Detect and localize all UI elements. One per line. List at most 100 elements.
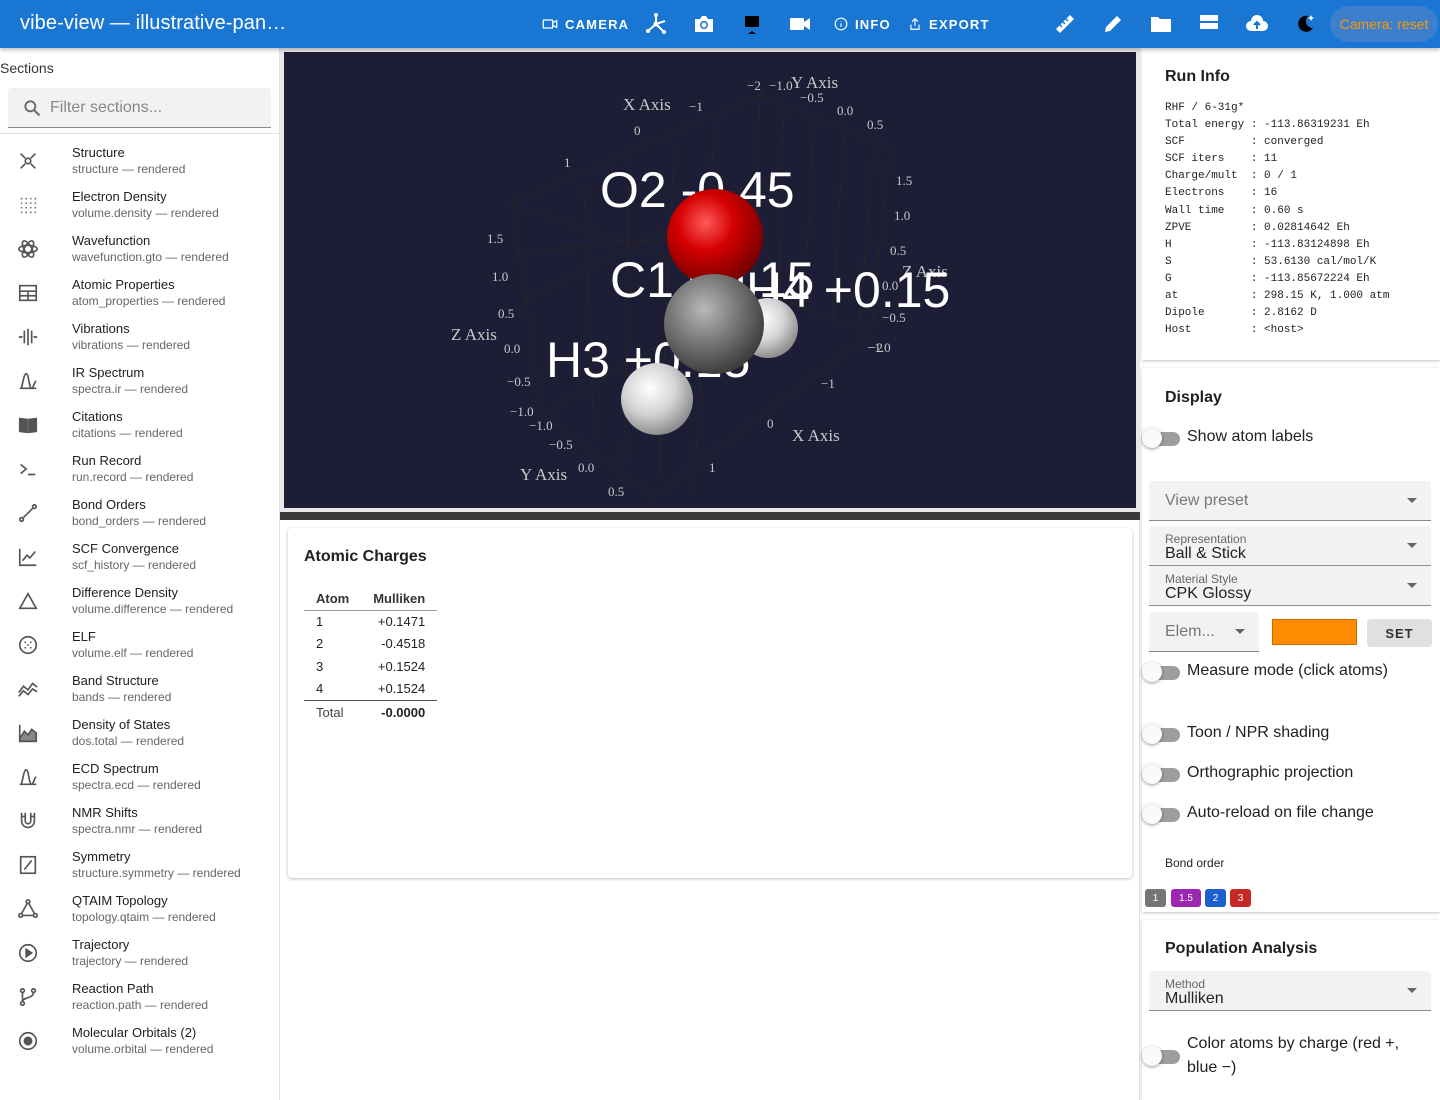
orthographic-toggle[interactable]: Orthographic projection: [1142, 764, 1362, 788]
chevron-down-icon: [1235, 629, 1245, 634]
presentation-button[interactable]: [740, 12, 764, 36]
color-by-charge-toggle[interactable]: Color atoms by charge (red +, blue −): [1142, 1032, 1422, 1080]
viewer-resize-handle[interactable]: [280, 512, 1140, 520]
population-method-select[interactable]: Method Mulliken: [1149, 971, 1431, 1011]
line-chart-icon: [17, 546, 39, 568]
bond-order-chip[interactable]: 2: [1205, 889, 1226, 907]
triangle-icon: [17, 590, 39, 612]
atomic-charges-title: Atomic Charges: [304, 548, 427, 565]
structure-tool-button[interactable]: [644, 12, 668, 36]
atom-h3: [621, 363, 693, 435]
sidebar-item-scf-convergence[interactable]: SCF Convergence scf_history — rendered: [0, 536, 279, 580]
x-axis-title-top: X Axis: [623, 95, 671, 114]
sidebar-item-subtitle: bond_orders — rendered: [72, 514, 207, 528]
svg-text:−2: −2: [869, 340, 883, 355]
theme-toggle-button[interactable]: [1293, 12, 1317, 36]
sidebar-item-ecd-spectrum[interactable]: ECD Spectrum spectra.ecd — rendered: [0, 756, 279, 800]
atom-cell: 1: [316, 614, 324, 629]
server-button[interactable]: [1197, 12, 1221, 36]
bond-order-label: Bond order: [1165, 856, 1225, 870]
show-atom-labels-toggle[interactable]: Show atom labels: [1142, 428, 1362, 452]
svg-text:−1.0: −1.0: [510, 404, 534, 419]
sidebar-item-trajectory[interactable]: Trajectory trajectory — rendered: [0, 932, 279, 976]
sidebar-item-subtitle: spectra.nmr — rendered: [72, 822, 203, 836]
element-select[interactable]: Elem...: [1149, 612, 1259, 652]
auto-reload-toggle[interactable]: Auto-reload on file change: [1142, 804, 1374, 828]
material-style-select[interactable]: Material Style CPK Glossy: [1149, 566, 1431, 606]
set-color-button[interactable]: SET: [1367, 619, 1432, 647]
folder-icon: [1151, 17, 1171, 32]
magnet-icon: [17, 810, 39, 832]
open-folder-button[interactable]: [1149, 12, 1173, 36]
sidebar-item-nmr-shifts[interactable]: NMR Shifts spectra.nmr — rendered: [0, 800, 279, 844]
atomic-charges-card: Atomic Charges Atom Mulliken 1 +0.1471 2 -0…: [288, 528, 1132, 878]
mulliken-cell: -0.4518: [381, 636, 426, 652]
chevron-down-icon: [1407, 583, 1417, 588]
total-row: Total -0.0000: [304, 699, 438, 724]
bond-order-chip[interactable]: 3: [1230, 889, 1251, 907]
molecule-viewer-canvas[interactable]: −1 0 1 −2 −1.0 −0.5 0.0 0.5 1.5 1.0 0.5 0.0 −0.5 −1…: [284, 52, 1136, 508]
sidebar-item-subtitle: volume.difference — rendered: [72, 602, 234, 616]
ruler-tool-button[interactable]: [1053, 12, 1077, 36]
bond-order-chip[interactable]: 1.5: [1171, 889, 1201, 907]
info-button[interactable]: INFO: [834, 0, 891, 48]
terminal-icon: [17, 458, 39, 480]
sidebar-item-ir-spectrum[interactable]: IR Spectrum spectra.ir — rendered: [0, 360, 279, 404]
view-preset-select[interactable]: View preset: [1149, 481, 1431, 521]
camera-button[interactable]: CAMERA: [542, 0, 629, 48]
text-tool-button[interactable]: [1005, 12, 1029, 36]
upload-button[interactable]: [1245, 12, 1269, 36]
sidebar-item-label: Run Record: [72, 453, 142, 468]
record-video-button[interactable]: [788, 12, 812, 36]
run-info-card: Run Info RHF / 6-31g* Total energy : -11…: [1142, 48, 1440, 360]
svg-text:−1.0: −1.0: [529, 418, 553, 433]
representation-label: Representation: [1165, 532, 1247, 546]
sidebar-item-wavefunction[interactable]: Wavefunction wavefunction.gto — rendered: [0, 228, 279, 272]
top-app-bar: vibe-view — illustrative-pan… CAMERA INF…: [0, 0, 1440, 48]
filter-sections-input[interactable]: [50, 96, 260, 120]
screenshot-button[interactable]: [692, 12, 716, 36]
sidebar-item-structure[interactable]: Structure structure — rendered: [0, 140, 279, 184]
sidebar-item-subtitle: citations — rendered: [72, 426, 183, 440]
sidebar-item-electron-density[interactable]: Electron Density volume.density — rendere…: [0, 184, 279, 228]
representation-select[interactable]: Representation Ball & Stick: [1149, 526, 1431, 566]
sidebar-item-density-of-states[interactable]: Density of States dos.total — rendered: [0, 712, 279, 756]
sidebar-item-vibrations[interactable]: Vibrations vibrations — rendered: [0, 316, 279, 360]
book-icon: [17, 414, 39, 436]
sidebar-item-qtaim-topology[interactable]: QTAIM Topology topology.qtaim — rendered: [0, 888, 279, 932]
camera-reset-chip[interactable]: Camera: reset: [1330, 6, 1438, 42]
draw-tool-button[interactable]: [1101, 12, 1125, 36]
filter-sections-field[interactable]: [8, 88, 271, 128]
z-axis-title-left: Z Axis: [451, 325, 497, 344]
svg-text:1.0: 1.0: [894, 208, 910, 223]
sidebar-item-band-structure[interactable]: Band Structure bands — rendered: [0, 668, 279, 712]
sidebar-item-subtitle: volume.elf — rendered: [72, 646, 194, 660]
svg-text:1.5: 1.5: [487, 231, 503, 246]
sidebar-item-citations[interactable]: Citations citations — rendered: [0, 404, 279, 448]
sidebar-item-subtitle: wavefunction.gto — rendered: [72, 250, 229, 264]
bond-order-chip[interactable]: 1: [1145, 889, 1166, 907]
sidebar-item-reaction-path[interactable]: Reaction Path reaction.path — rendered: [0, 976, 279, 1020]
sidebar-item-elf[interactable]: ELF volume.elf — rendered: [0, 624, 279, 668]
info-label: INFO: [855, 16, 891, 32]
sidebar-item-bond-orders[interactable]: Bond Orders bond_orders — rendered: [0, 492, 279, 536]
sidebar-item-difference-density[interactable]: Difference Density volume.difference — re…: [0, 580, 279, 624]
sidebar-item-symmetry[interactable]: Symmetry structure.symmetry — rendered: [0, 844, 279, 888]
sidebar-item-subtitle: topology.qtaim — rendered: [72, 910, 216, 924]
pencil-icon: [1105, 16, 1121, 32]
toon-shading-toggle[interactable]: Toon / NPR shading: [1142, 724, 1362, 748]
info-icon: [834, 17, 848, 31]
method-label: Method: [1165, 977, 1206, 991]
ruler-icon: [1056, 15, 1074, 33]
measure-mode-toggle[interactable]: Measure mode (click atoms): [1142, 662, 1422, 686]
element-color-swatch[interactable]: [1272, 619, 1357, 645]
sections-list: Structure structure — rendered Electron De…: [0, 140, 279, 1064]
svg-text:−2: −2: [747, 78, 761, 93]
sidebar-item-label: Density of States: [72, 717, 171, 732]
export-button[interactable]: EXPORT: [908, 0, 990, 48]
presentation-icon: [743, 16, 761, 34]
lower-content: Atomic Charges Atom Mulliken 1 +0.1471 2 -0…: [280, 520, 1140, 1100]
sidebar-item-atomic-properties[interactable]: Atomic Properties atom_properties — rende…: [0, 272, 279, 316]
sidebar-item-molecular-orbitals-2[interactable]: Molecular Orbitals (2) volume.orbital — r…: [0, 1020, 279, 1064]
sidebar-item-run-record[interactable]: Run Record run.record — rendered: [0, 448, 279, 492]
